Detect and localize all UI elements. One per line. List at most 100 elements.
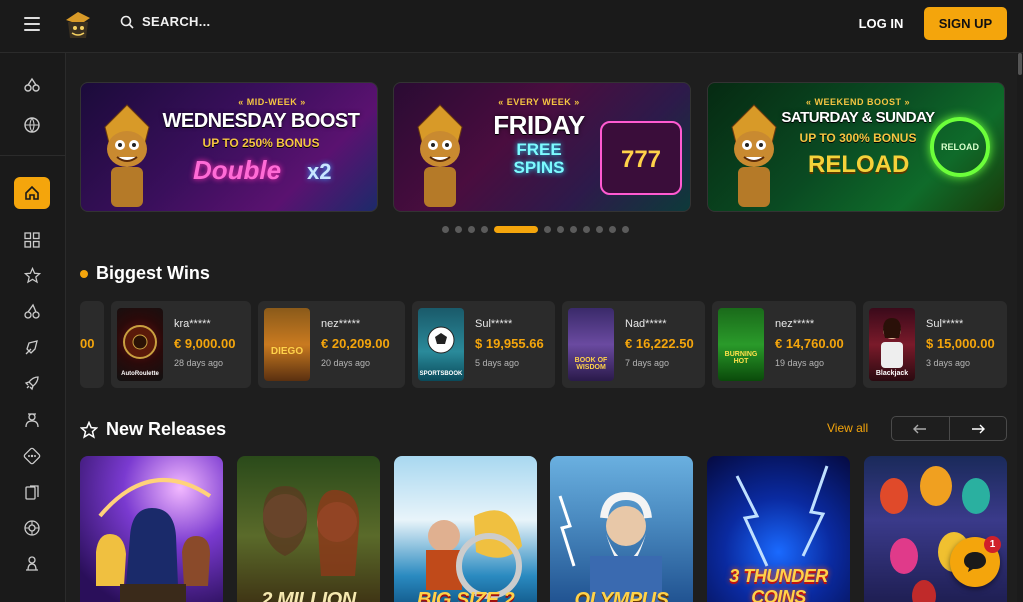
carousel-dot[interactable] — [455, 225, 462, 233]
scrollbar-thumb[interactable] — [1018, 53, 1022, 75]
win-amount: $ 19,955.66 — [475, 336, 544, 351]
win-card[interactable]: BURNING HOT nez***** € 14,760.00 19 days… — [712, 301, 856, 388]
win-username: Sul***** — [926, 318, 964, 330]
banner-title: WEDNESDAY BOOST — [162, 110, 360, 132]
win-time: 28 days ago — [174, 358, 224, 368]
game-tile[interactable] — [80, 456, 223, 602]
home-icon[interactable] — [14, 177, 50, 209]
carousel-dot[interactable] — [596, 225, 603, 233]
thumbnail-label: SPORTSBOOK — [419, 371, 463, 377]
game-tile[interactable]: 3 THUNDER COINS — [707, 456, 850, 602]
slots-icon[interactable] — [21, 74, 43, 96]
win-card[interactable]: SPORTSBOOK Sul***** $ 19,955.66 5 days a… — [412, 301, 555, 388]
menu-icon[interactable] — [24, 17, 40, 31]
game-title: 3 THUNDER COINS — [729, 566, 828, 602]
win-card[interactable]: DIEGO nez***** € 20,209.00 20 days ago — [258, 301, 405, 388]
new-releases-heading: New Releases — [80, 419, 226, 440]
win-card[interactable]: Blackjack Sul***** $ 15,000.00 3 days ag… — [863, 301, 1007, 388]
search-icon — [120, 15, 134, 29]
win-amount: € 20,209.00 — [321, 336, 390, 351]
game-art-zeus — [558, 491, 662, 602]
live-dot-icon — [80, 269, 88, 278]
biggest-wins-title: Biggest Wins — [96, 263, 210, 283]
game-thumbnail: BURNING HOT — [718, 308, 764, 381]
carousel-dot[interactable] — [570, 225, 577, 233]
signup-button[interactable]: SIGN UP — [924, 7, 1007, 40]
carousel-dot[interactable] — [544, 225, 551, 233]
carousel-dot[interactable] — [481, 225, 488, 233]
win-time: 5 days ago — [475, 358, 520, 368]
sports-ball-icon[interactable] — [21, 114, 43, 136]
thumbnail-label: Blackjack — [875, 370, 909, 377]
game-art-caveman — [263, 486, 360, 576]
carousel-dot[interactable] — [468, 225, 475, 233]
banner-badge: 777 — [600, 121, 682, 195]
site-logo[interactable] — [60, 8, 96, 44]
thumbnail-label: DIEGO — [270, 346, 304, 357]
search-bar[interactable]: SEARCH... — [120, 14, 210, 29]
win-card[interactable]: BOOK OF WISDOM Nad***** € 16,222.50 7 da… — [562, 301, 705, 388]
win-username: nez***** — [775, 318, 815, 330]
game-tile[interactable]: OLYMPUS — [550, 456, 693, 602]
win-amount: $ 15,000.00 — [926, 336, 995, 351]
game-thumbnail: BOOK OF WISDOM — [568, 308, 614, 381]
game-thumbnail: DIEGO — [264, 308, 310, 381]
win-amount: € 14,760.00 — [775, 336, 844, 351]
banner-subtitle: UP TO 250% BONUS — [202, 136, 320, 150]
crash-rocket-icon[interactable] — [21, 337, 43, 359]
banner-title: SATURDAY & SUNDAY — [781, 109, 935, 126]
roulette-icon[interactable] — [21, 517, 43, 539]
carousel-dot[interactable] — [442, 225, 449, 233]
game-title: OLYMPUS — [574, 589, 669, 602]
login-button[interactable]: LOG IN — [848, 12, 914, 36]
cards-icon[interactable] — [21, 481, 43, 503]
win-card[interactable]: AutoRoulette kra***** € 9,000.00 28 days… — [111, 301, 251, 388]
banner-title: FRIDAY — [493, 110, 585, 140]
win-time: 7 days ago — [625, 358, 670, 368]
win-username: Sul***** — [475, 318, 513, 330]
star-outline-icon — [80, 420, 98, 439]
dealer-icon[interactable] — [21, 409, 43, 431]
game-tile[interactable]: 2 MILLION — [237, 456, 380, 602]
carousel-dot-active[interactable] — [494, 225, 538, 233]
win-amount: 00 — [80, 336, 95, 351]
banner-overline: « EVERY WEEK » — [498, 97, 580, 107]
win-amount: € 9,000.00 — [174, 336, 236, 351]
promo-banner-friday[interactable]: « EVERY WEEK » FRIDAY FREE SPINS 777 — [393, 82, 691, 212]
carousel-dot[interactable] — [583, 225, 590, 233]
carousel-dot[interactable] — [609, 225, 616, 233]
thumbnail-label: BURNING HOT — [724, 351, 758, 365]
arrow-right-icon[interactable] — [950, 417, 1007, 440]
cherries-icon[interactable] — [21, 301, 43, 323]
game-thumbnail: SPORTSBOOK — [418, 308, 464, 381]
game-thumbnail: AutoRoulette — [117, 308, 163, 381]
page-scrollbar[interactable] — [1017, 53, 1023, 602]
game-art-anime — [96, 478, 212, 602]
promo-banner-weekend[interactable]: « WEEKEND BOOST » SATURDAY & SUNDAY UP T… — [707, 82, 1005, 212]
banner-overline: « MID-WEEK » — [238, 97, 306, 107]
carousel-dot[interactable] — [622, 225, 629, 233]
thumbnail-label: AutoRoulette — [121, 371, 159, 377]
banner-badge: RELOAD — [930, 117, 990, 177]
arrow-left-icon[interactable] — [892, 417, 950, 440]
game-art-fisherman — [426, 510, 522, 599]
banner-headline: Double — [192, 155, 282, 185]
banner-headline: RELOAD — [808, 151, 910, 178]
win-time: 19 days ago — [775, 358, 825, 368]
star-icon[interactable] — [21, 264, 43, 286]
dice-icon[interactable] — [21, 445, 43, 467]
game-title: 2 MILLION — [261, 589, 356, 602]
view-all-link[interactable]: View all — [827, 421, 868, 435]
banner-headline: FREE SPINS — [513, 140, 565, 177]
game-tile[interactable]: BIG SIZE 2 — [394, 456, 537, 602]
win-username: Nad***** — [625, 318, 667, 330]
banner-subtitle: UP TO 300% BONUS — [799, 131, 917, 145]
grid-icon[interactable] — [21, 229, 43, 251]
carousel-pagination — [442, 225, 629, 233]
person-icon[interactable] — [21, 553, 43, 575]
carousel-dot[interactable] — [557, 225, 564, 233]
win-card-partial[interactable]: 00 — [80, 301, 104, 388]
sidebar-divider — [0, 155, 66, 156]
promo-banner-wednesday[interactable]: « MID-WEEK » WEDNESDAY BOOST UP TO 250% … — [80, 82, 378, 212]
rocket-icon[interactable] — [21, 372, 43, 394]
